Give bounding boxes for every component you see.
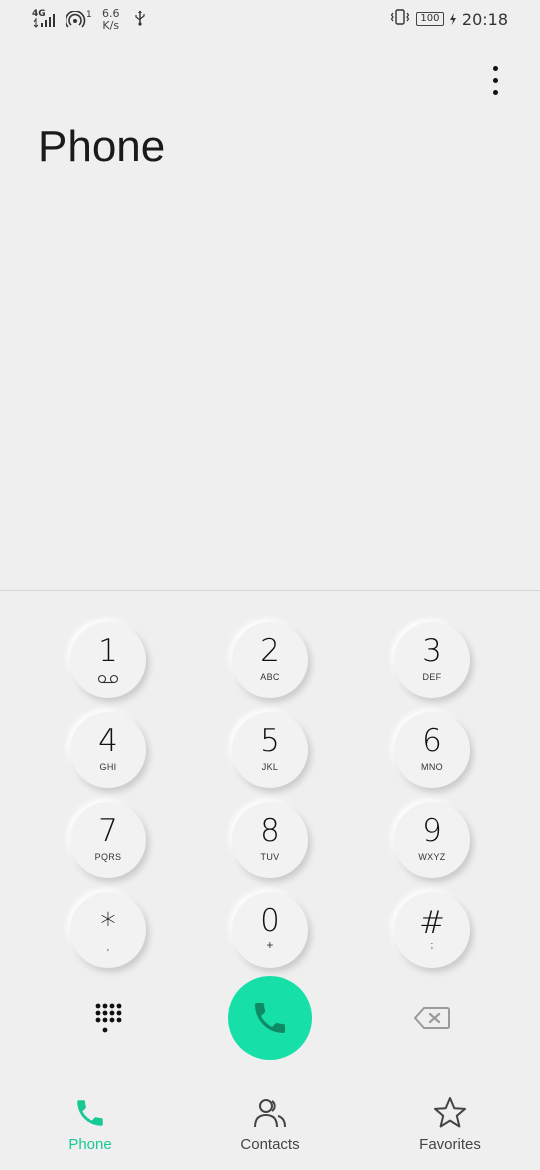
voicemail-icon [97, 674, 119, 684]
key-digit: # [419, 905, 445, 941]
key-digit: 0 [260, 903, 280, 939]
tab-label: Phone [68, 1136, 112, 1153]
key-letters: PQRS [94, 852, 122, 862]
more-options-button[interactable] [482, 62, 508, 98]
dialpad-toggle-button[interactable] [94, 1002, 122, 1034]
dial-key-star[interactable]: * , [70, 892, 146, 968]
phone-call-icon [255, 1003, 285, 1033]
key-letters: , [106, 942, 110, 952]
key-letters: DEF [422, 672, 442, 682]
dial-key-4[interactable]: 4 GHI [70, 712, 146, 788]
key-letters: GHI [99, 762, 117, 772]
dial-key-1[interactable]: 1 [70, 622, 146, 698]
key-digit: 9 [422, 813, 442, 849]
dial-key-5[interactable]: 5 JKL [232, 712, 308, 788]
tab-contacts[interactable]: Contacts [210, 1096, 330, 1153]
hotspot-count: 1 [86, 10, 92, 20]
key-letters: ; [430, 940, 434, 950]
network-speed-unit: K/s [102, 19, 120, 32]
key-letters: JKL [261, 762, 279, 772]
battery-icon: 100 [415, 12, 444, 26]
more-vert-icon [492, 65, 498, 71]
dial-key-3[interactable]: 3 DEF [394, 622, 470, 698]
key-digit: 5 [260, 723, 280, 759]
status-bar: 4G 1 6.6 K/s 100 20:18 [0, 0, 540, 40]
backspace-icon [414, 1007, 450, 1029]
cellular-signal-icon: 4G [32, 10, 58, 28]
tab-label: Contacts [240, 1136, 300, 1153]
key-digit: 7 [98, 813, 118, 849]
key-digit: 8 [260, 813, 280, 849]
hotspot-icon: 1 [64, 10, 94, 29]
key-digit: 3 [422, 633, 442, 669]
key-digit: 4 [98, 723, 118, 759]
tab-label: Favorites [419, 1136, 481, 1153]
star-icon [434, 1097, 466, 1128]
charging-icon [449, 10, 456, 29]
dial-key-0[interactable]: 0 + [232, 892, 308, 968]
phone-icon [77, 1100, 103, 1126]
usb-icon [134, 10, 146, 30]
call-button[interactable] [228, 976, 312, 1060]
more-vert-dot [492, 89, 498, 95]
vibrate-icon [390, 9, 410, 29]
key-digit: 6 [422, 723, 442, 759]
backspace-button[interactable] [414, 1006, 450, 1030]
tab-favorites[interactable]: Favorites [390, 1096, 510, 1153]
dial-key-hash[interactable]: # ; [394, 892, 470, 968]
key-letters: TUV [260, 852, 280, 862]
key-letters: WXYZ [418, 852, 446, 862]
key-digit: 2 [260, 633, 280, 669]
network-speed: 6.6 K/s [102, 8, 120, 32]
divider [0, 590, 540, 591]
page-title: Phone [38, 122, 166, 171]
more-vert-dot [492, 77, 498, 83]
clock: 20:18 [461, 9, 508, 29]
tab-phone[interactable]: Phone [30, 1096, 150, 1153]
dial-key-2[interactable]: 2 ABC [232, 622, 308, 698]
dialpad-icon [95, 1003, 122, 1033]
dial-key-7[interactable]: 7 PQRS [70, 802, 146, 878]
dial-key-6[interactable]: 6 MNO [394, 712, 470, 788]
key-digit: 1 [98, 633, 118, 669]
key-letters: ABC [260, 672, 280, 682]
key-letters: + [266, 938, 274, 952]
key-digit: * [100, 907, 116, 943]
contacts-icon [254, 1099, 286, 1128]
key-letters: MNO [421, 762, 443, 772]
dial-key-8[interactable]: 8 TUV [232, 802, 308, 878]
dial-key-9[interactable]: 9 WXYZ [394, 802, 470, 878]
